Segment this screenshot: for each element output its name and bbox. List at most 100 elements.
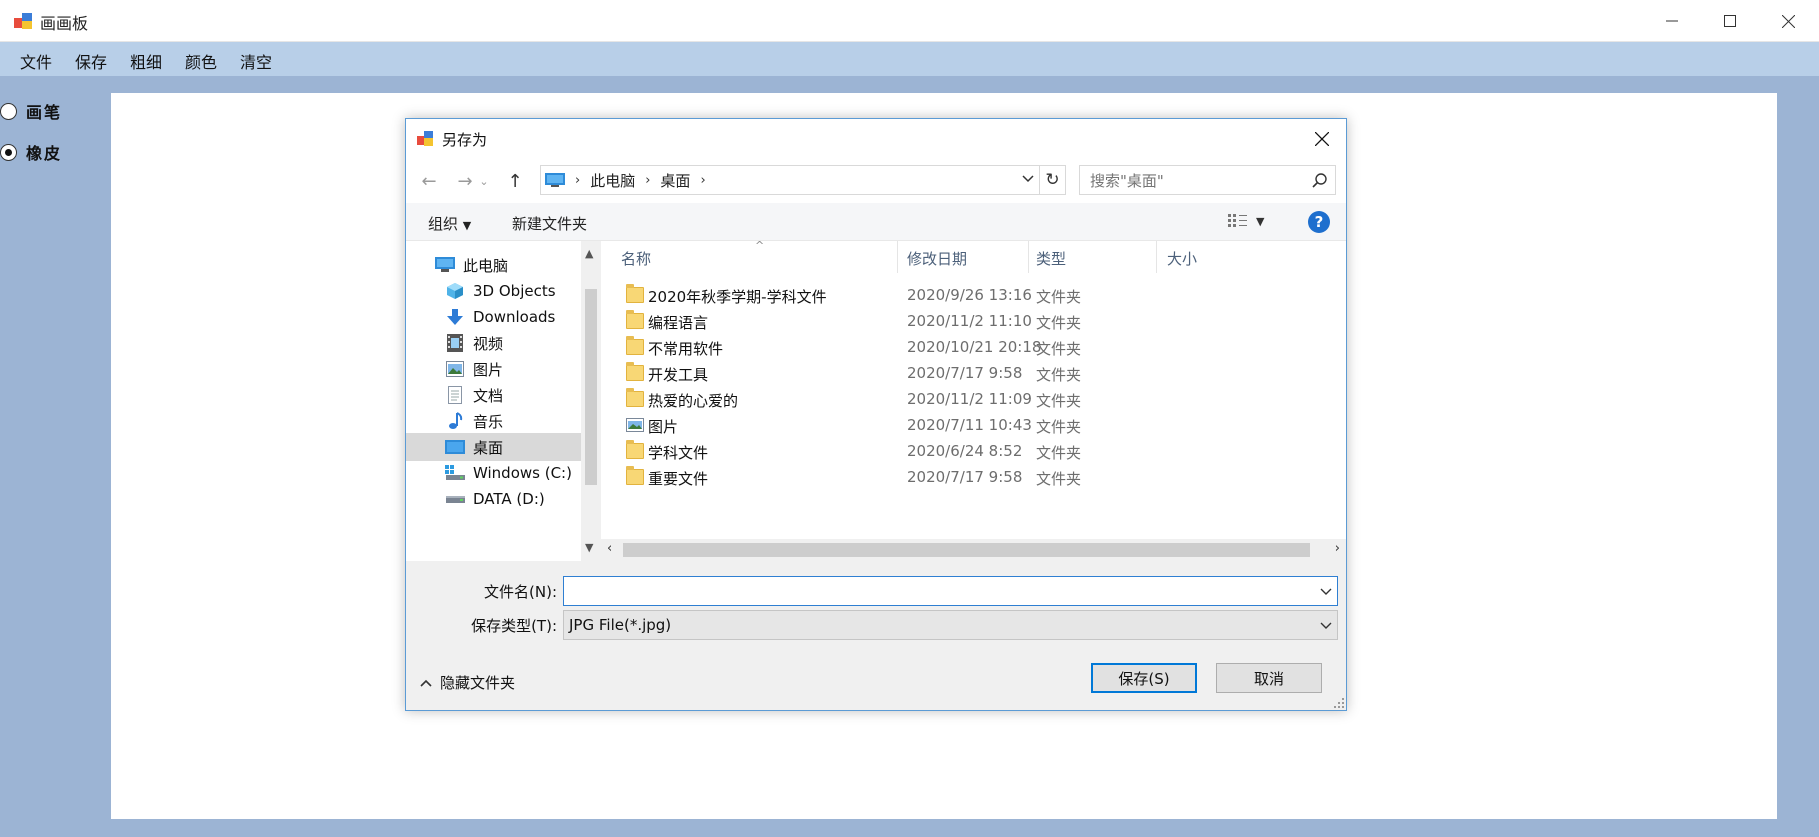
column-header-name[interactable]: 名称 [621, 248, 651, 269]
file-row[interactable]: 图片 2020/7/11 10:43 文件夹 [601, 413, 1346, 439]
nav-label: Windows (C:) [473, 464, 572, 482]
save-button[interactable]: 保存(S) [1091, 663, 1197, 693]
column-header-size[interactable]: 大小 [1167, 248, 1197, 269]
maximize-button[interactable] [1701, 0, 1759, 42]
chevron-down-icon[interactable] [1021, 172, 1035, 186]
address-bar[interactable]: › 此电脑 › 桌面 › [540, 165, 1040, 195]
breadcrumb-separator-icon: › [645, 172, 651, 188]
nav-item-3d-objects[interactable]: 3D Objects [406, 277, 581, 305]
up-button[interactable]: ↑ [502, 169, 528, 193]
nav-label: 图片 [473, 360, 504, 379]
scroll-right-icon[interactable]: › [1335, 541, 1340, 556]
arrow-up-icon: ↑ [507, 170, 523, 192]
pen-radio-circle[interactable] [0, 102, 17, 120]
minimize-icon [1666, 20, 1678, 22]
folder-icon [626, 388, 644, 407]
back-button[interactable]: ← [416, 169, 442, 193]
navigation-bar: ← → ⌄ ↑ › 此电脑 › 桌面 › ↻ [406, 159, 1346, 203]
computer-icon [434, 255, 456, 275]
file-name: 热爱的心爱的 [648, 392, 739, 410]
desktop-icon [444, 437, 466, 457]
nav-item-drive-c[interactable]: Windows (C:) [406, 459, 581, 487]
file-type: 文件夹 [1036, 470, 1082, 488]
filename-combobox[interactable] [563, 576, 1338, 606]
organize-button[interactable]: 组织 ▼ [428, 213, 471, 234]
file-type: 文件夹 [1036, 340, 1082, 358]
menu-thickness[interactable]: 粗细 [130, 49, 162, 73]
search-box[interactable] [1079, 165, 1336, 195]
filetype-select[interactable]: JPG File(*.jpg) [563, 610, 1338, 640]
scroll-up-icon[interactable]: ▲ [585, 247, 593, 260]
nav-label: 此电脑 [463, 256, 509, 275]
app-icon [14, 13, 32, 29]
nav-item-desktop[interactable]: 桌面 [406, 433, 581, 461]
nav-item-videos[interactable]: 视频 [406, 329, 581, 357]
breadcrumb-this-pc[interactable]: 此电脑 [590, 170, 635, 191]
column-header-type[interactable]: 类型 [1036, 248, 1066, 269]
new-folder-button[interactable]: 新建文件夹 [512, 213, 587, 234]
drive-d-icon [444, 489, 466, 509]
menu-color[interactable]: 颜色 [185, 49, 217, 73]
view-options-button[interactable]: ▼ [1228, 213, 1264, 229]
nav-item-drive-d[interactable]: DATA (D:) [406, 485, 581, 513]
file-row[interactable]: 重要文件 2020/7/17 9:58 文件夹 [601, 465, 1346, 491]
column-divider[interactable] [1156, 241, 1157, 273]
file-row[interactable]: 开发工具 2020/7/17 9:58 文件夹 [601, 361, 1346, 387]
filename-label: 文件名(N): [484, 583, 557, 601]
nav-item-pictures[interactable]: 图片 [406, 355, 581, 383]
window-close-button[interactable] [1759, 0, 1817, 42]
column-header-date[interactable]: 修改日期 [907, 248, 967, 269]
file-list: ^ 名称 修改日期 类型 大小 2020年秋季学期-学科文件 2020/9/26… [601, 239, 1346, 561]
caret-down-icon: ▼ [1256, 214, 1265, 228]
chevron-down-icon[interactable] [1319, 584, 1333, 598]
nav-pane-scrollbar[interactable]: ▲ ▼ [581, 241, 601, 561]
breadcrumb-desktop[interactable]: 桌面 [660, 170, 690, 191]
close-icon [1781, 14, 1795, 28]
resize-grip-icon[interactable] [1334, 698, 1344, 708]
cancel-button[interactable]: 取消 [1216, 663, 1322, 693]
3d-objects-icon [444, 281, 466, 301]
pen-radio[interactable]: 画笔 [0, 100, 62, 122]
pictures-folder-icon [626, 418, 644, 432]
scrollbar-thumb[interactable] [623, 543, 1310, 557]
file-date: 2020/7/17 9:58 [907, 468, 1023, 486]
file-row[interactable]: 热爱的心爱的 2020/11/2 11:09 文件夹 [601, 387, 1346, 413]
file-row[interactable]: 2020年秋季学期-学科文件 2020/9/26 13:16 文件夹 [601, 283, 1346, 309]
nav-item-this-pc[interactable]: 此电脑 [406, 251, 581, 279]
hide-folders-toggle[interactable]: 隐藏文件夹 [420, 672, 515, 693]
recent-locations-button[interactable]: ⌄ [476, 169, 492, 193]
file-type: 文件夹 [1036, 444, 1082, 462]
app-title: 画画板 [40, 14, 89, 33]
scroll-left-icon[interactable]: ‹ [607, 541, 612, 556]
file-row[interactable]: 学科文件 2020/6/24 8:52 文件夹 [601, 439, 1346, 465]
nav-item-downloads[interactable]: Downloads [406, 303, 581, 331]
filename-input[interactable] [568, 581, 1308, 601]
minimize-button[interactable] [1643, 0, 1701, 42]
help-icon[interactable]: ? [1308, 211, 1330, 233]
sort-ascending-icon: ^ [755, 239, 765, 252]
nav-item-documents[interactable]: 文档 [406, 381, 581, 409]
eraser-radio-circle[interactable] [0, 143, 17, 161]
organize-label: 组织 [428, 215, 459, 233]
file-row[interactable]: 不常用软件 2020/10/21 20:18 文件夹 [601, 335, 1346, 361]
column-divider[interactable] [897, 241, 898, 273]
dialog-close-button[interactable] [1304, 123, 1340, 155]
menu-file[interactable]: 文件 [20, 49, 52, 73]
scrollbar-thumb[interactable] [585, 289, 597, 485]
eraser-radio[interactable]: 橡皮 [0, 141, 62, 163]
details-view-icon [1228, 214, 1247, 227]
hide-folders-label: 隐藏文件夹 [440, 674, 516, 692]
filetype-label: 保存类型(T): [471, 617, 557, 635]
menu-clear[interactable]: 清空 [240, 49, 272, 73]
forward-button[interactable]: → [452, 169, 478, 193]
column-divider[interactable] [1028, 241, 1029, 273]
music-icon [444, 411, 466, 431]
file-list-hscrollbar[interactable]: ‹ › [601, 539, 1346, 561]
nav-item-music[interactable]: 音乐 [406, 407, 581, 435]
refresh-button[interactable]: ↻ [1040, 165, 1066, 195]
search-input[interactable] [1090, 172, 1300, 190]
scroll-down-icon[interactable]: ▼ [585, 541, 593, 554]
file-row[interactable]: 编程语言 2020/11/2 11:10 文件夹 [601, 309, 1346, 335]
menu-save[interactable]: 保存 [75, 49, 107, 73]
nav-label: 3D Objects [473, 282, 556, 300]
